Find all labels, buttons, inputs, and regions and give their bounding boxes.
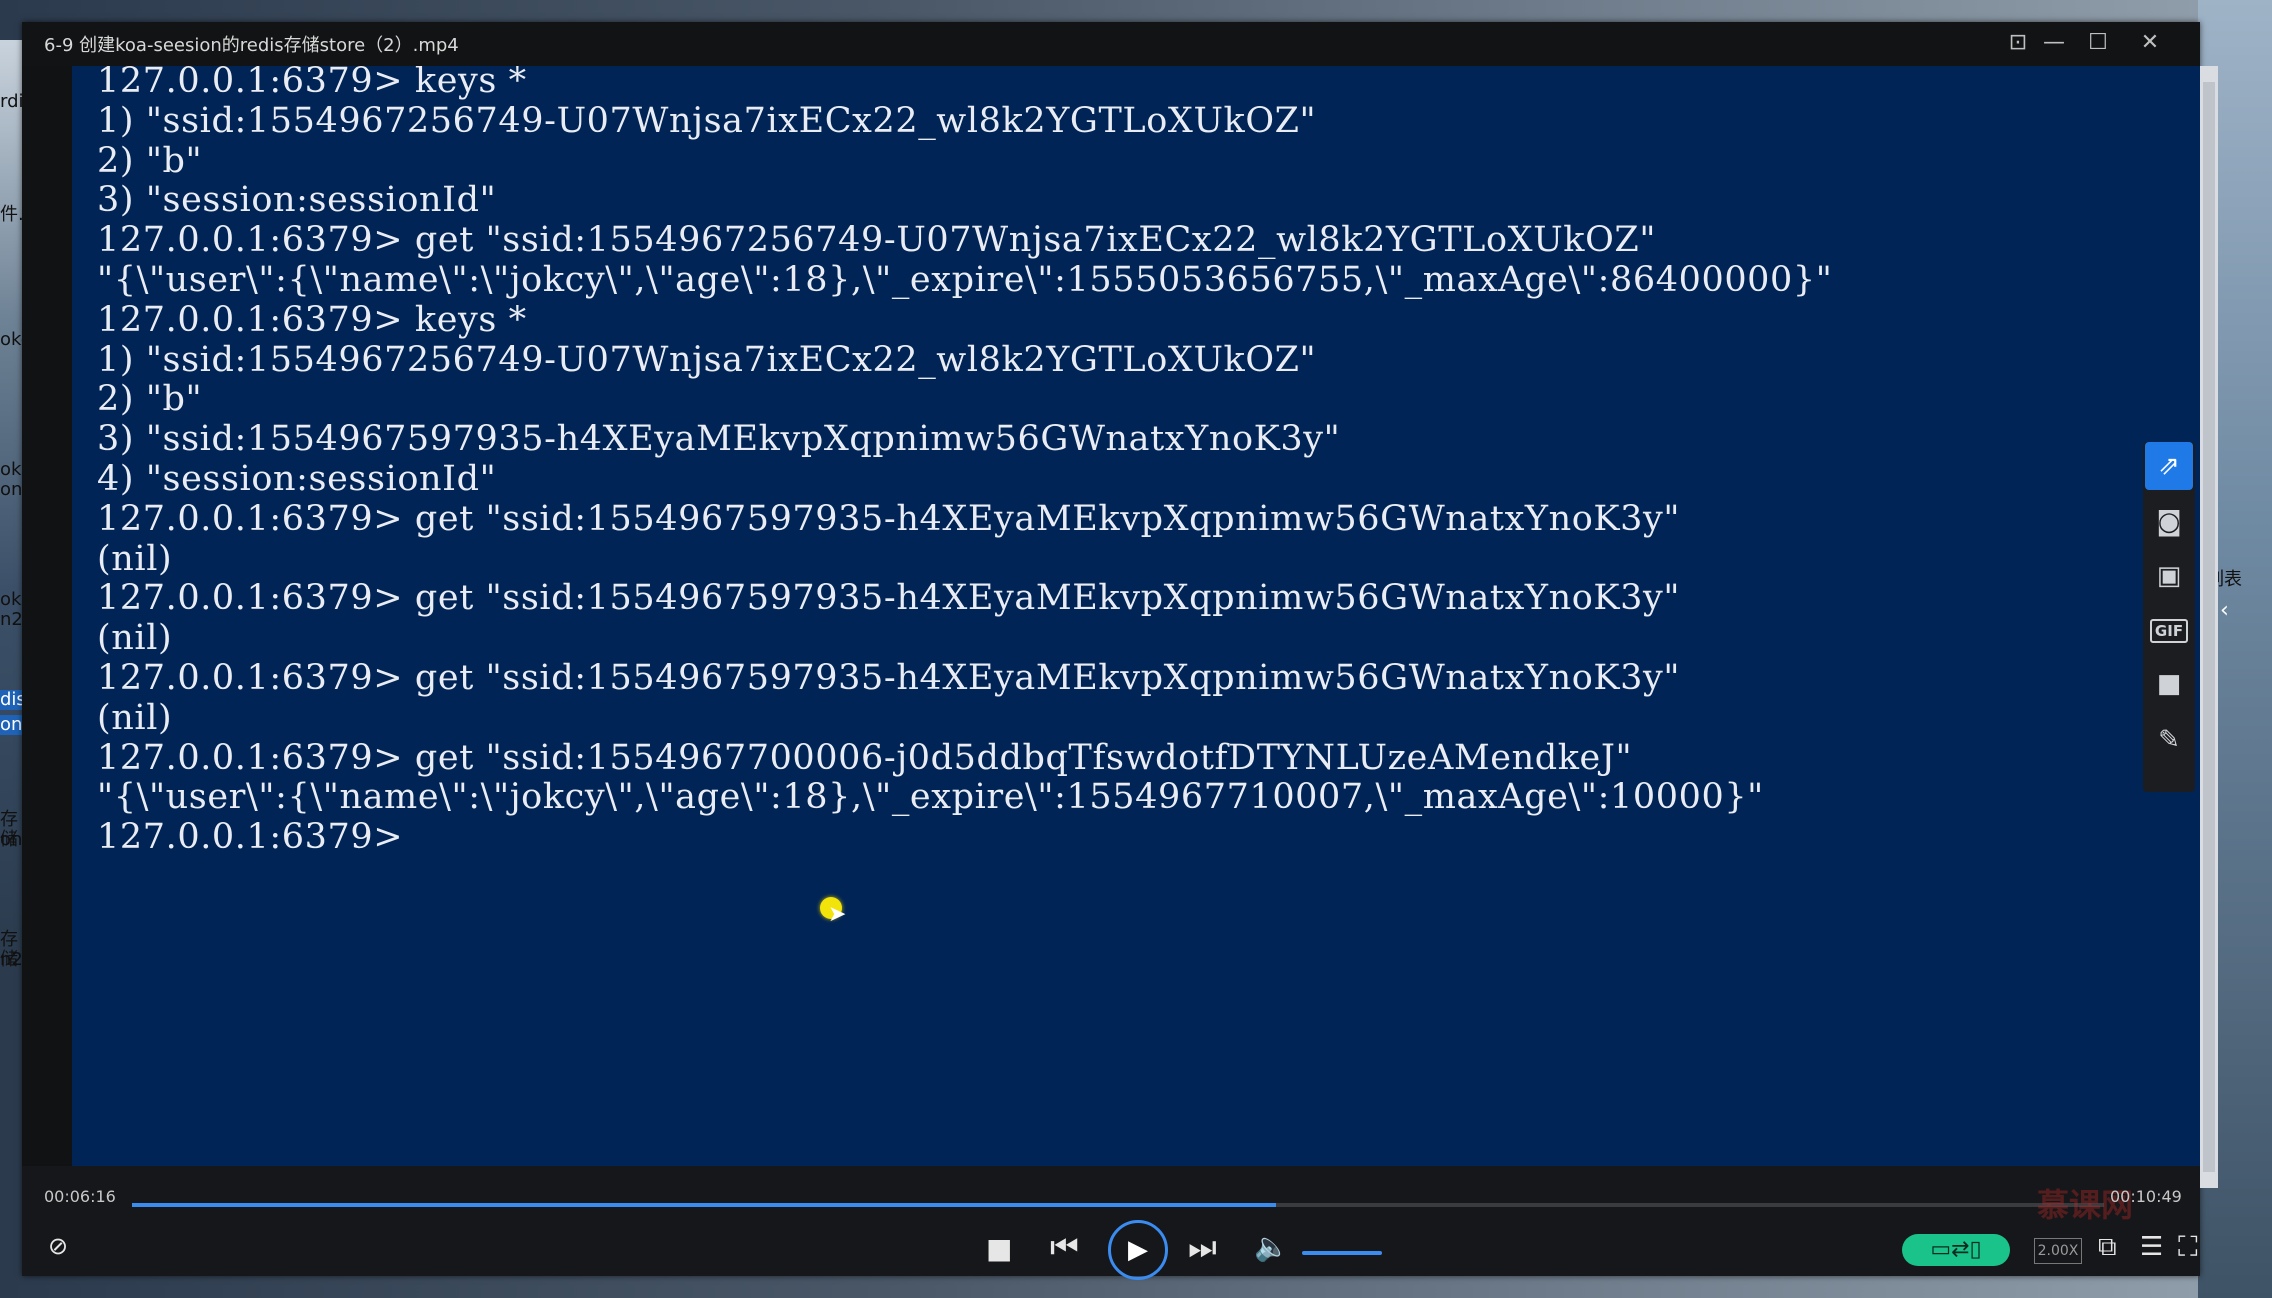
terminal-line: 2) "b" (97, 379, 203, 420)
elapsed-time: 00:06:16 (44, 1187, 116, 1206)
terminal-line: "{\"user\":{\"name\":\"jokcy\",\"age\":1… (97, 777, 1764, 818)
share-icon[interactable]: ⇗ (2145, 442, 2193, 490)
terminal-line: (nil) (97, 697, 173, 738)
terminal-line: 3) "ssid:1554967597935-h4XEyaMEkvpXqpnim… (97, 419, 1341, 460)
terminal-line: 1) "ssid:1554967256749-U07Wnjsa7ixECx22_… (97, 339, 1317, 380)
speed-button[interactable]: 2.00X (2034, 1238, 2082, 1264)
minimize-icon[interactable]: — (2038, 28, 2070, 58)
screen-mode-toggle[interactable]: ▭⇄▯ (1902, 1234, 2010, 1266)
settings-sliders-icon[interactable]: ☰ (2140, 1232, 2163, 1262)
stop-icon[interactable]: ■ (986, 1232, 1012, 1265)
screenshot-icon[interactable]: ⧉ (2098, 1232, 2117, 1263)
side-toolbar: ⇗ ◙ ▣ GIF ■ ✎ (2143, 442, 2195, 792)
terminal-output: 127.0.0.1:6379> keys * 1) "ssid:155496725… (97, 66, 1833, 858)
terminal-line: 127.0.0.1:6379> get "ssid:1554967597935-… (97, 657, 1681, 698)
terminal-line: 127.0.0.1:6379> keys * (97, 299, 527, 340)
video-title: 6-9 创建koa-seesion的redis存储store（2）.mp4 (44, 35, 459, 56)
camera-icon[interactable]: ◙ (2145, 498, 2193, 546)
terminal-line: 2) "b" (97, 140, 203, 181)
chevron-left-icon[interactable]: ‹ (2220, 598, 2229, 623)
title-bar: 6-9 创建koa-seesion的redis存储store（2）.mp4 ⊡ … (22, 22, 2200, 66)
volume-slider[interactable] (1302, 1251, 1382, 1255)
gif-icon[interactable]: GIF (2145, 604, 2193, 652)
scrollbar-thumb[interactable] (2203, 82, 2215, 1172)
terminal-line: 127.0.0.1:6379> get "ssid:1554967256749-… (97, 220, 1657, 261)
next-icon[interactable]: ⏭ (1188, 1228, 1217, 1267)
total-time: 00:10:49 (2110, 1187, 2182, 1206)
terminal-line: 4) "session:sessionId" (97, 458, 497, 499)
video-player-window: 6-9 创建koa-seesion的redis存储store（2）.mp4 ⊡ … (22, 22, 2218, 1280)
subtitle-off-icon[interactable]: ⊘ (48, 1232, 68, 1260)
terminal-line: 127.0.0.1:6379> get "ssid:1554967597935-… (97, 578, 1681, 619)
play-button[interactable]: ▶ (1108, 1220, 1168, 1280)
terminal-line: 127.0.0.1:6379> get "ssid:1554967597935-… (97, 498, 1681, 539)
pen-icon[interactable]: ✎ (2145, 716, 2193, 764)
playback-controls: 00:06:16 慕课网 00:10:49 ⊘ ■ ⏮ ▶ ⏭ 🔈 ▭⇄▯ 2.… (22, 1166, 2200, 1280)
terminal-line: 127.0.0.1:6379> (97, 817, 415, 858)
progress-bar[interactable] (132, 1203, 2104, 1207)
terminal-line: 127.0.0.1:6379> get "ssid:1554967700006-… (97, 737, 1633, 778)
cursor-icon: ➤ (828, 902, 847, 927)
terminal-scrollbar[interactable] (2200, 66, 2218, 1188)
previous-icon[interactable]: ⏮ (1050, 1228, 1079, 1267)
gif-label: GIF (2149, 619, 2189, 643)
fullscreen-icon[interactable]: ⛶ (2178, 1230, 2198, 1264)
terminal-line: 1) "ssid:1554967256749-U07Wnjsa7ixECx22_… (97, 100, 1317, 141)
terminal-line: (nil) (97, 538, 173, 579)
terminal-line: 3) "session:sessionId" (97, 180, 497, 221)
volume-icon[interactable]: 🔈 (1254, 1230, 1289, 1263)
gallery-icon[interactable]: ▣ (2145, 552, 2193, 600)
progress-fill (132, 1203, 1276, 1207)
video-record-icon[interactable]: ■ (2145, 660, 2193, 708)
desktop-icons-strip: rdi 件. oke ok on.p ok n2. dis on 存储 on.p… (0, 40, 40, 970)
terminal-line: 127.0.0.1:6379> keys * (97, 66, 527, 101)
terminal-line: (nil) (97, 618, 173, 659)
terminal-line: "{\"user\":{\"name\":\"jokcy\",\"age\":1… (97, 259, 1833, 300)
close-icon[interactable]: ✕ (2134, 28, 2166, 58)
terminal-video-frame: 127.0.0.1:6379> keys * 1) "ssid:155496725… (72, 66, 2218, 1188)
pin-icon[interactable]: ⊡ (2002, 28, 2034, 58)
maximize-icon[interactable]: ☐ (2082, 28, 2114, 58)
